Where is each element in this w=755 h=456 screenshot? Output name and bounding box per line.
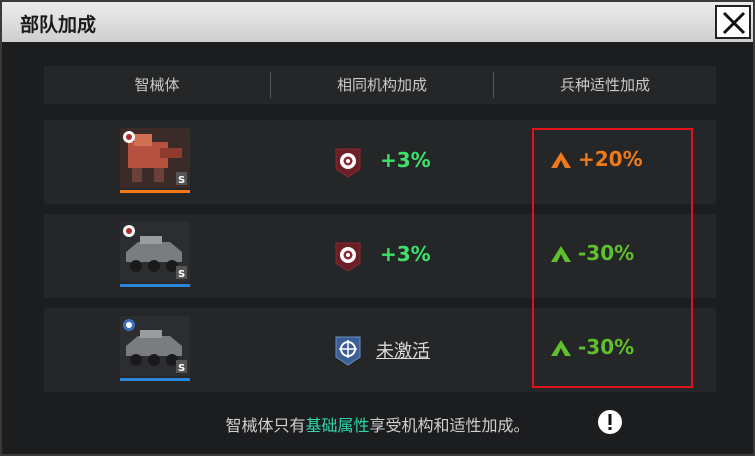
unit-rarity-bar [120,378,190,381]
info-icon[interactable] [598,410,622,434]
unit-card[interactable]: S [120,222,190,290]
red-mech-unit-icon: S [120,128,190,188]
red-org-emblem-icon [335,242,361,272]
dialog-title: 部队加成 [20,14,97,36]
close-icon [722,11,746,35]
highlight-outline [532,128,693,388]
unit-card[interactable]: S [120,128,190,196]
svg-text:S: S [178,175,185,186]
svg-text:S: S [178,269,185,280]
red-org-emblem-icon [335,148,361,178]
unit-rarity-bar [120,284,190,287]
footer-suffix: 享受机构和适性加成。 [369,416,530,435]
org-bonus-value: +3% [380,148,431,172]
footer-prefix: 智械体只有 [225,416,306,435]
footer-note: 智械体只有基础属性享受机构和适性加成。 [2,412,753,436]
exclamation-icon [608,414,612,430]
org-bonus-inactive-link[interactable]: 未激活 [376,337,430,363]
unit-rarity-bar [120,190,190,193]
header-org-bonus: 相同机构加成 [336,76,427,94]
table-header: 智械体 相同机构加成 兵种适性加成 [44,66,716,104]
blue-org-emblem-icon [335,336,361,366]
title-bar: 部队加成 [2,2,753,42]
header-type-bonus: 兵种适性加成 [559,76,650,94]
armored-vehicle-icon: S [120,222,190,282]
svg-text:S: S [178,363,185,374]
unit-bonus-dialog: 部队加成 智械体 相同机构加成 兵种适性加成 S +3% +20% S +3% … [0,0,755,456]
close-button[interactable] [715,5,751,39]
armored-vehicle-icon: S [120,316,190,376]
footer-highlight: 基础属性 [305,416,370,435]
org-bonus-value: +3% [380,242,431,266]
header-unit: 智械体 [134,76,180,94]
unit-card[interactable]: S [120,316,190,384]
